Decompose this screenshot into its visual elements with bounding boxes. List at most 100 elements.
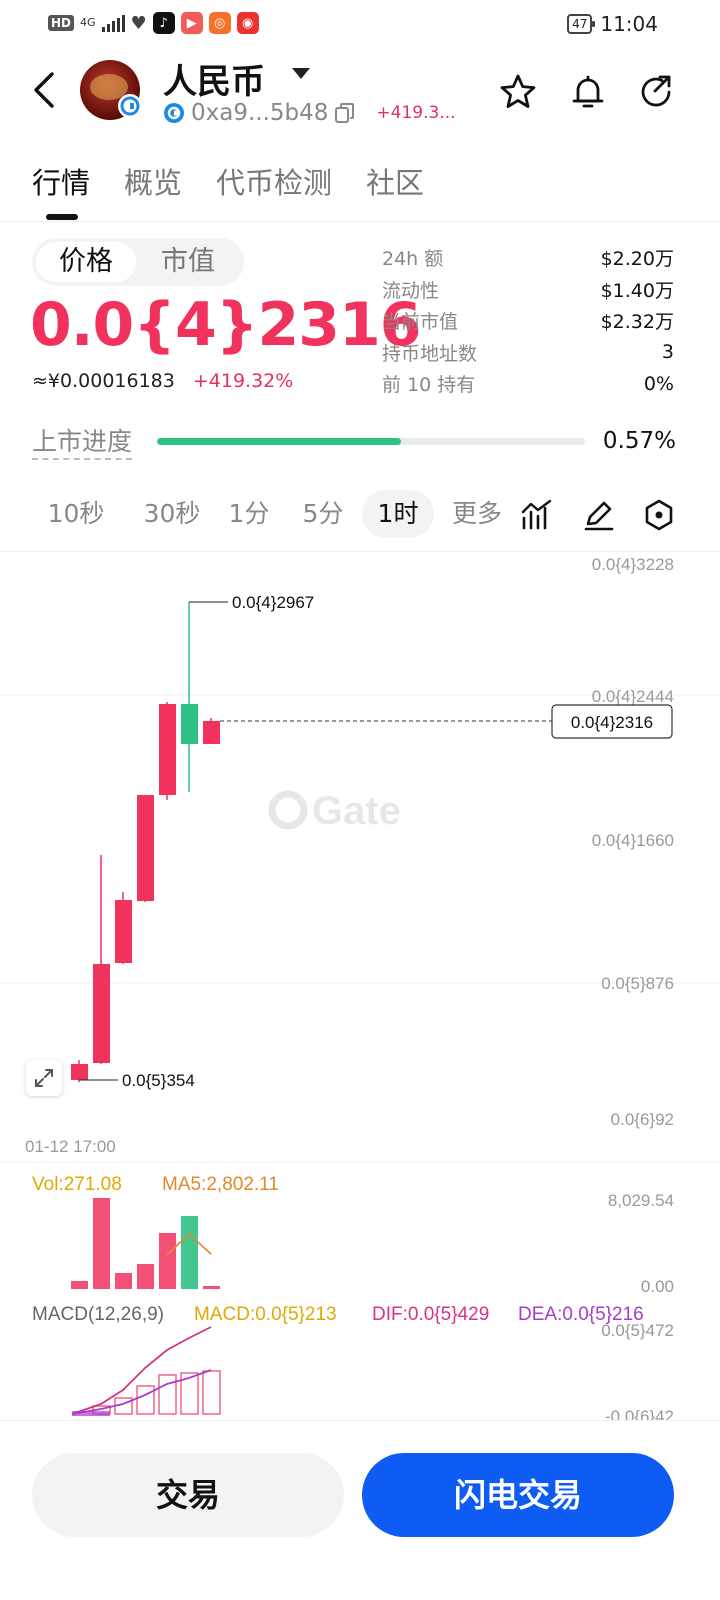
stat-value: 3 [661,341,674,364]
candle-body [115,900,132,963]
macd-bar [202,1370,221,1415]
dif-value: DIF:0.0{5}429 [372,1304,489,1325]
watermark-text: Gate [312,789,401,833]
volume-bar [71,1281,88,1289]
tab-market[interactable]: 行情 [32,160,90,220]
tiktok-icon: ♪ [152,12,175,34]
low-label: 0.0{5}354 [122,1071,195,1090]
interval-tabs: 10秒 30秒 1分 5分 1时 更多 [30,490,690,538]
kline-chart[interactable]: Gate 0.0{4}3228 0.0{4}2444 0.0{4}1660 0.… [0,551,720,1422]
candle-body [159,704,176,795]
listing-progress: 上市进度 0.57% [32,424,676,464]
settings-hexagon-icon[interactable] [642,498,676,532]
hd-indicator: HD [48,15,75,31]
macd-value: MACD:0.0{5}213 [194,1304,337,1325]
indicator-icon[interactable] [520,498,554,532]
back-button[interactable] [30,70,60,110]
candle-body [203,721,220,744]
stat-label: 流动性 [382,279,440,302]
heart-monitor-icon: ♥ [130,12,147,34]
favorite-button[interactable] [498,72,538,112]
stat-row: 当前市值 $2.32万 [382,305,674,337]
share-button[interactable] [636,72,676,112]
volume-bar [137,1264,154,1289]
toggle-market-cap[interactable]: 市值 [138,242,238,282]
caret-down-icon[interactable] [292,68,310,79]
y-tick-label: 0.0{6}92 [611,1110,674,1129]
interval-10s[interactable]: 10秒 [30,490,122,538]
stat-value: $1.40万 [600,279,674,302]
volume-bar [159,1233,176,1289]
candles [71,602,220,1082]
copy-icon[interactable] [334,102,356,124]
draw-pen-icon[interactable] [582,498,616,532]
candle-body [93,964,110,1063]
macd-title: MACD(12,26,9) [32,1304,164,1325]
stat-label: 持币地址数 [382,342,478,365]
tab-community[interactable]: 社区 [366,160,424,202]
y-tick-label: 0.0{4}3228 [592,555,674,574]
interval-1h[interactable]: 1时 [362,490,434,538]
star-icon [500,74,536,108]
tab-token-check[interactable]: 代币检测 [216,160,332,202]
chevron-left-icon [34,72,54,108]
interval-more[interactable]: 更多 [444,490,510,538]
volume-bars [71,1198,220,1289]
current-price: 0.0{4}2316 [30,290,421,360]
price-change: +419.32% [192,370,294,392]
kline-chart-svg: Gate 0.0{4}3228 0.0{4}2444 0.0{4}1660 0.… [0,555,720,1422]
contract-address: 0xa9...5b48 [191,100,329,126]
volume-label: Vol:271.08 [32,1174,122,1195]
shop-app-icon: ◎ [208,12,231,34]
chain-badge-icon [118,94,142,118]
interval-1m[interactable]: 1分 [218,490,280,538]
trade-button[interactable]: 交易 [32,1453,344,1537]
main-tabs: 行情 概览 代币检测 社区 [32,160,424,220]
y-tick-label: 0.0{5}876 [601,974,674,993]
volume-max-tick: 8,029.54 [608,1191,674,1210]
clock: 11:04 [600,12,658,36]
listing-label[interactable]: 上市进度 [32,426,133,460]
stat-label: 当前市值 [382,311,459,334]
fullscreen-button[interactable] [26,1060,62,1096]
interval-30s[interactable]: 30秒 [126,490,218,538]
price-mode-toggle: 价格 市值 [32,238,244,286]
toggle-price[interactable]: 价格 [36,242,136,282]
battery-icon: 47 [567,14,596,34]
current-price-tag-text: 0.0{4}2316 [571,713,653,732]
high-label: 0.0{4}2967 [232,593,314,612]
stat-label: 前 10 持有 [382,374,476,397]
stat-value: $2.20万 [600,248,674,271]
music-app-icon: ◉ [236,12,259,34]
stat-row: 持币地址数 3 [382,337,674,369]
volume-bar [181,1216,198,1289]
contract-address-row: 0xa9...5b48 +419.3... [163,100,456,126]
volume-min-tick: 0.00 [641,1277,674,1296]
tab-overview[interactable]: 概览 [124,160,182,202]
y-tick-label: 0.0{4}1660 [592,831,674,850]
listing-value: 0.57% [602,428,676,454]
y-tick-label: 0.0{4}2444 [592,687,674,706]
price-sub-row: ≈¥0.00016183 +419.32% [32,370,293,392]
volume-bar [93,1198,110,1289]
video-app-icon: ▶ [180,12,203,34]
status-bar: HD 4G ♥ ♪ ▶ ◎ ◉ 47 11:04 [0,0,720,50]
time-axis-label: 01-12 17:00 [25,1137,116,1156]
candle-body [181,704,198,744]
flash-trade-button[interactable]: 闪电交易 [362,1453,674,1537]
token-name[interactable]: 人民币 [163,54,265,103]
stat-label: 24h 额 [382,248,444,271]
header-change: +419.3... [376,103,456,123]
listing-progress-bar [157,438,585,445]
candle-body [71,1064,88,1080]
macd-histogram [92,1370,221,1415]
alert-button[interactable] [568,72,608,112]
interval-5m[interactable]: 5分 [290,490,356,538]
tabs-divider [0,221,720,222]
bell-icon [572,75,604,108]
cny-price: ≈¥0.00016183 [32,370,175,392]
network-indicator: 4G [80,16,96,29]
stat-row: 流动性 $1.40万 [382,274,674,306]
candle-body [137,795,154,901]
action-bar: 交易 闪电交易 [0,1420,720,1600]
